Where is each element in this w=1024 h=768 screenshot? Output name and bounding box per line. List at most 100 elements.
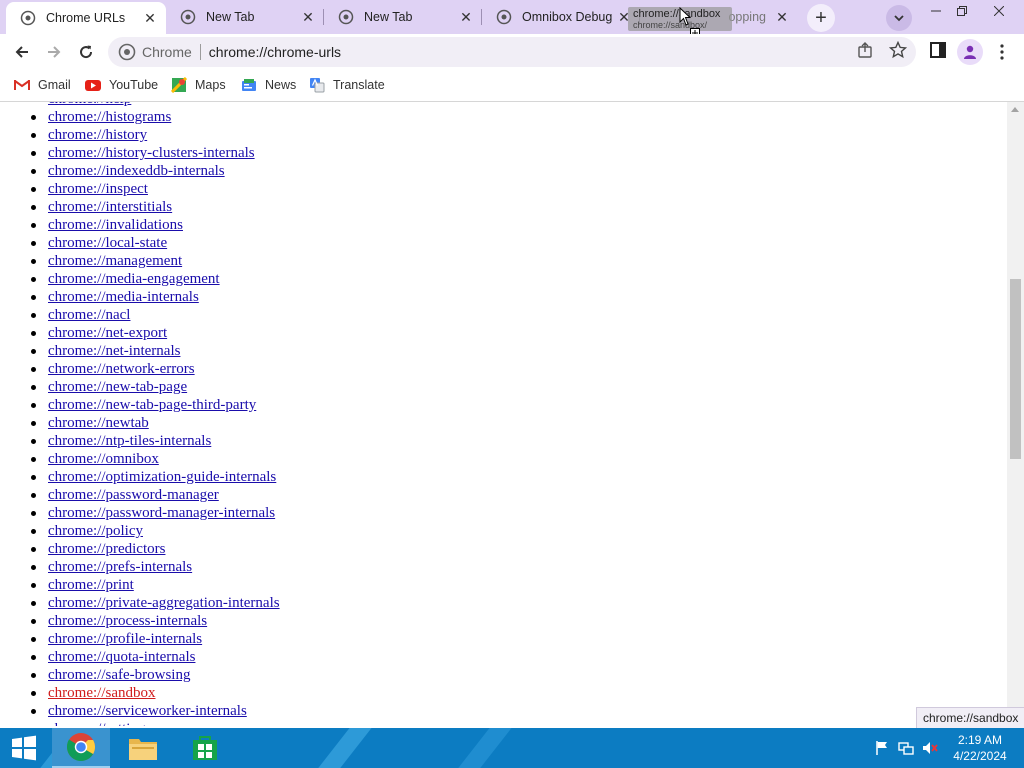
taskbar-file-explorer[interactable] (114, 728, 172, 768)
chrome-url-link[interactable]: chrome://prefs-internals (48, 559, 192, 575)
chrome-url-link[interactable]: chrome://invalidations (48, 217, 183, 233)
chrome-url-link[interactable]: chrome://private-aggregation-internals (48, 595, 280, 611)
bookmark-gmail[interactable]: Gmail (14, 77, 71, 93)
profile-button[interactable] (957, 39, 983, 65)
taskbar-chrome[interactable] (52, 728, 110, 768)
list-item: chrome://new-tab-page (31, 378, 280, 396)
chrome-url-link[interactable]: chrome://password-manager (48, 487, 219, 503)
chrome-url-link[interactable]: chrome://media-internals (48, 289, 199, 305)
system-clock[interactable]: 2:19 AM 4/22/2024 (948, 732, 1012, 764)
chrome-url-link[interactable]: chrome://newtab (48, 415, 149, 431)
chrome-url-link[interactable]: chrome://history-clusters-internals (48, 145, 255, 161)
side-panel-icon[interactable] (929, 41, 947, 59)
share-icon[interactable] (857, 41, 875, 59)
close-icon[interactable]: ✕ (300, 9, 316, 25)
chrome-url-link[interactable]: chrome://histograms (48, 109, 171, 125)
close-icon[interactable]: ✕ (458, 9, 474, 25)
chrome-url-link[interactable]: chrome://settings (48, 721, 151, 726)
chrome-url-link[interactable]: chrome://history (48, 127, 147, 143)
tab-title: Chrome URLs (46, 11, 126, 25)
chrome-url-link[interactable]: chrome://omnibox (48, 451, 159, 467)
clock-date: 4/22/2024 (953, 749, 1007, 763)
chrome-url-link[interactable]: chrome://serviceworker-internals (48, 703, 247, 719)
chrome-url-link[interactable]: chrome://print (48, 577, 134, 593)
scroll-thumb[interactable] (1010, 279, 1021, 459)
bookmark-youtube[interactable]: YouTube (85, 77, 158, 93)
chrome-url-link[interactable]: chrome://nacl (48, 307, 130, 323)
chrome-url-link[interactable]: chrome://help (48, 102, 131, 107)
list-item: chrome://prefs-internals (31, 558, 280, 576)
url-text[interactable]: chrome://chrome-urls (209, 44, 341, 60)
chrome-url-link[interactable]: chrome://indexeddb-internals (48, 163, 225, 179)
chrome-url-link[interactable]: chrome://new-tab-page (48, 379, 187, 395)
chrome-url-link[interactable]: chrome://interstitials (48, 199, 172, 215)
chrome-icon (180, 9, 196, 25)
network-icon[interactable] (898, 740, 914, 756)
volume-muted-icon[interactable] (922, 740, 938, 756)
bookmark-maps[interactable]: Maps (171, 77, 226, 93)
bookmark-star-icon[interactable] (889, 41, 907, 59)
chrome-url-link[interactable]: chrome://ntp-tiles-internals (48, 433, 211, 449)
tab-omnibox-debug[interactable]: Omnibox Debug ✕ (482, 0, 640, 34)
chrome-url-link[interactable]: chrome://sandbox (48, 685, 155, 701)
chrome-url-link[interactable]: chrome://profile-internals (48, 631, 202, 647)
vertical-scrollbar[interactable] (1007, 102, 1024, 726)
chrome-url-link[interactable]: chrome://net-export (48, 325, 167, 341)
scroll-up-arrow-icon[interactable] (1011, 107, 1019, 112)
bookmark-translate[interactable]: Translate (309, 77, 385, 93)
close-icon (994, 6, 1004, 16)
flag-icon[interactable] (874, 740, 890, 756)
windows-taskbar: 2:19 AM 4/22/2024 (0, 728, 1024, 768)
chrome-url-link[interactable]: chrome://policy (48, 523, 143, 539)
list-item: chrome://serviceworker-internals (31, 702, 280, 720)
chrome-url-link[interactable]: chrome://password-manager-internals (48, 505, 275, 521)
site-chip: Chrome (142, 44, 192, 60)
menu-dots-icon[interactable] (997, 43, 1007, 61)
list-item: chrome://private-aggregation-internals (31, 594, 280, 612)
chrome-url-link[interactable]: chrome://optimization-guide-internals (48, 469, 276, 485)
chrome-url-link[interactable]: chrome://predictors (48, 541, 165, 557)
chrome-url-link[interactable]: chrome://local-state (48, 235, 167, 251)
list-item: chrome://newtab (31, 414, 280, 432)
back-button[interactable] (8, 38, 36, 66)
tab-chrome-urls[interactable]: Chrome URLs ✕ (6, 2, 166, 34)
bookmark-label: YouTube (109, 78, 159, 92)
chevron-down-icon (894, 15, 904, 22)
chrome-urls-list: chrome://help chrome://histograms chrome:/… (31, 102, 280, 726)
reload-button[interactable] (72, 38, 100, 66)
tab-new-tab-2[interactable]: New Tab ✕ (324, 0, 482, 34)
chrome-url-link[interactable]: chrome://process-internals (48, 613, 207, 629)
tab-search-button[interactable] (886, 5, 912, 31)
list-item: chrome://omnibox (31, 450, 280, 468)
list-item: chrome://ntp-tiles-internals (31, 432, 280, 450)
chrome-url-link[interactable]: chrome://management (48, 253, 182, 269)
bookmark-news[interactable]: News (241, 77, 296, 93)
address-bar[interactable]: Chrome chrome://chrome-urls (108, 37, 916, 67)
chrome-url-link[interactable]: chrome://inspect (48, 181, 148, 197)
close-icon[interactable]: ✕ (774, 9, 790, 25)
bookmarks-bar: Gmail YouTube Maps News Translate (0, 70, 1024, 102)
chrome-url-link[interactable]: chrome://net-internals (48, 343, 180, 359)
tab-title: New Tab (364, 10, 413, 24)
maps-icon (171, 77, 187, 93)
list-item: chrome://optimization-guide-internals (31, 468, 280, 486)
chrome-url-link[interactable]: chrome://quota-internals (48, 649, 195, 665)
list-item: chrome://histograms (31, 108, 280, 126)
list-item: chrome://media-internals (31, 288, 280, 306)
list-item: chrome://local-state (31, 234, 280, 252)
store-icon (193, 736, 217, 760)
taskbar-store[interactable] (176, 728, 234, 768)
list-item: chrome://profile-internals (31, 630, 280, 648)
forward-button[interactable] (40, 38, 68, 66)
new-tab-button[interactable]: + (807, 4, 835, 32)
chrome-url-link[interactable]: chrome://safe-browsing (48, 667, 190, 683)
chrome-url-link[interactable]: chrome://media-engagement (48, 271, 220, 287)
close-icon[interactable]: ✕ (142, 10, 158, 26)
chrome-url-link[interactable]: chrome://new-tab-page-third-party (48, 397, 256, 413)
start-button[interactable] (0, 728, 48, 768)
chrome-url-link[interactable]: chrome://network-errors (48, 361, 195, 377)
close-window-button[interactable] (982, 0, 1016, 22)
list-item: chrome://predictors (31, 540, 280, 558)
restore-button[interactable] (945, 0, 979, 22)
tab-new-tab-1[interactable]: New Tab ✕ (166, 0, 324, 34)
